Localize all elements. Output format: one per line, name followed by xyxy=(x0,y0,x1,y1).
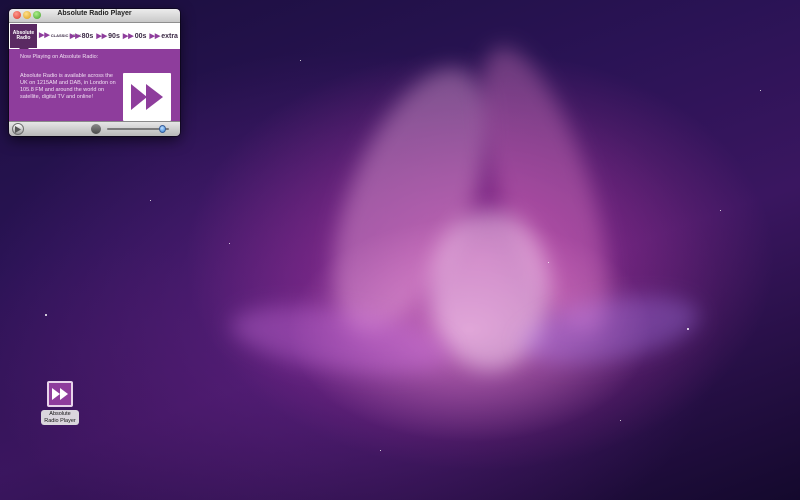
volume-slider[interactable] xyxy=(107,125,169,133)
radio-player-window[interactable]: Absolute Radio Player Absolute Radio ▶▶ … xyxy=(9,9,180,136)
station-extra[interactable]: ▶▶ extra xyxy=(149,32,178,41)
fast-forward-icon: ▶▶ xyxy=(149,33,161,40)
station-label: 90s xyxy=(108,32,120,40)
star xyxy=(720,210,721,211)
fast-forward-icon: ▶▶ xyxy=(122,33,134,40)
star xyxy=(300,60,301,61)
station-bar: Absolute Radio ▶▶ CLASSIC ROCK ▶▶ 80s ▶▶… xyxy=(9,23,180,53)
now-playing-heading: Now Playing on Absolute Radio: xyxy=(20,54,99,60)
fast-forward-icon: ▶▶ xyxy=(69,33,81,40)
station-label: CLASSIC ROCK xyxy=(50,33,82,38)
star xyxy=(620,420,621,421)
station-list: ▶▶ CLASSIC ROCK ▶▶ 80s ▶▶ 90s ▶▶ 00s ▶▶ … xyxy=(39,23,178,49)
star xyxy=(760,90,761,91)
now-playing-description: Absolute Radio is available across the U… xyxy=(20,73,116,100)
fast-forward-icon xyxy=(131,84,163,110)
station-label: 00s xyxy=(134,32,147,40)
station-00s[interactable]: ▶▶ 00s xyxy=(122,32,147,41)
now-playing-panel: Now Playing on Absolute Radio: Absolute … xyxy=(9,49,180,122)
desktop-icon-absolute-radio-player[interactable]: Absolute Radio Player xyxy=(37,381,83,427)
window-title: Absolute Radio Player xyxy=(57,10,132,17)
desktop-icon-label: Absolute Radio Player xyxy=(41,410,79,425)
station-label: 80s xyxy=(81,32,94,40)
play-icon xyxy=(15,125,21,133)
station-label: extra xyxy=(161,32,178,40)
volume-icon xyxy=(91,124,101,134)
star xyxy=(229,243,230,244)
star xyxy=(45,314,47,316)
station-artwork xyxy=(123,73,171,121)
star xyxy=(380,450,381,451)
player-controls xyxy=(9,121,180,136)
fast-forward-icon xyxy=(52,388,68,400)
station-90s[interactable]: ▶▶ 90s xyxy=(96,32,120,41)
star xyxy=(150,200,151,201)
volume-slider-knob[interactable] xyxy=(159,125,167,133)
desktop-icon-label-line1: Absolute xyxy=(49,411,71,417)
fast-forward-icon: ▶▶ xyxy=(39,32,50,39)
fast-forward-icon: ▶▶ xyxy=(96,33,108,40)
station-classic-rock[interactable]: ▶▶ CLASSIC ROCK xyxy=(39,32,82,39)
play-button[interactable] xyxy=(12,123,24,135)
star xyxy=(548,262,549,263)
star xyxy=(687,328,689,330)
desktop-icon-label-line2: Radio Player xyxy=(44,417,76,424)
app-icon[interactable] xyxy=(47,381,73,407)
absolute-radio-logo[interactable]: Absolute Radio xyxy=(10,24,37,53)
station-80s[interactable]: ▶▶ 80s xyxy=(69,32,94,41)
title-bar[interactable]: Absolute Radio Player xyxy=(9,9,180,23)
